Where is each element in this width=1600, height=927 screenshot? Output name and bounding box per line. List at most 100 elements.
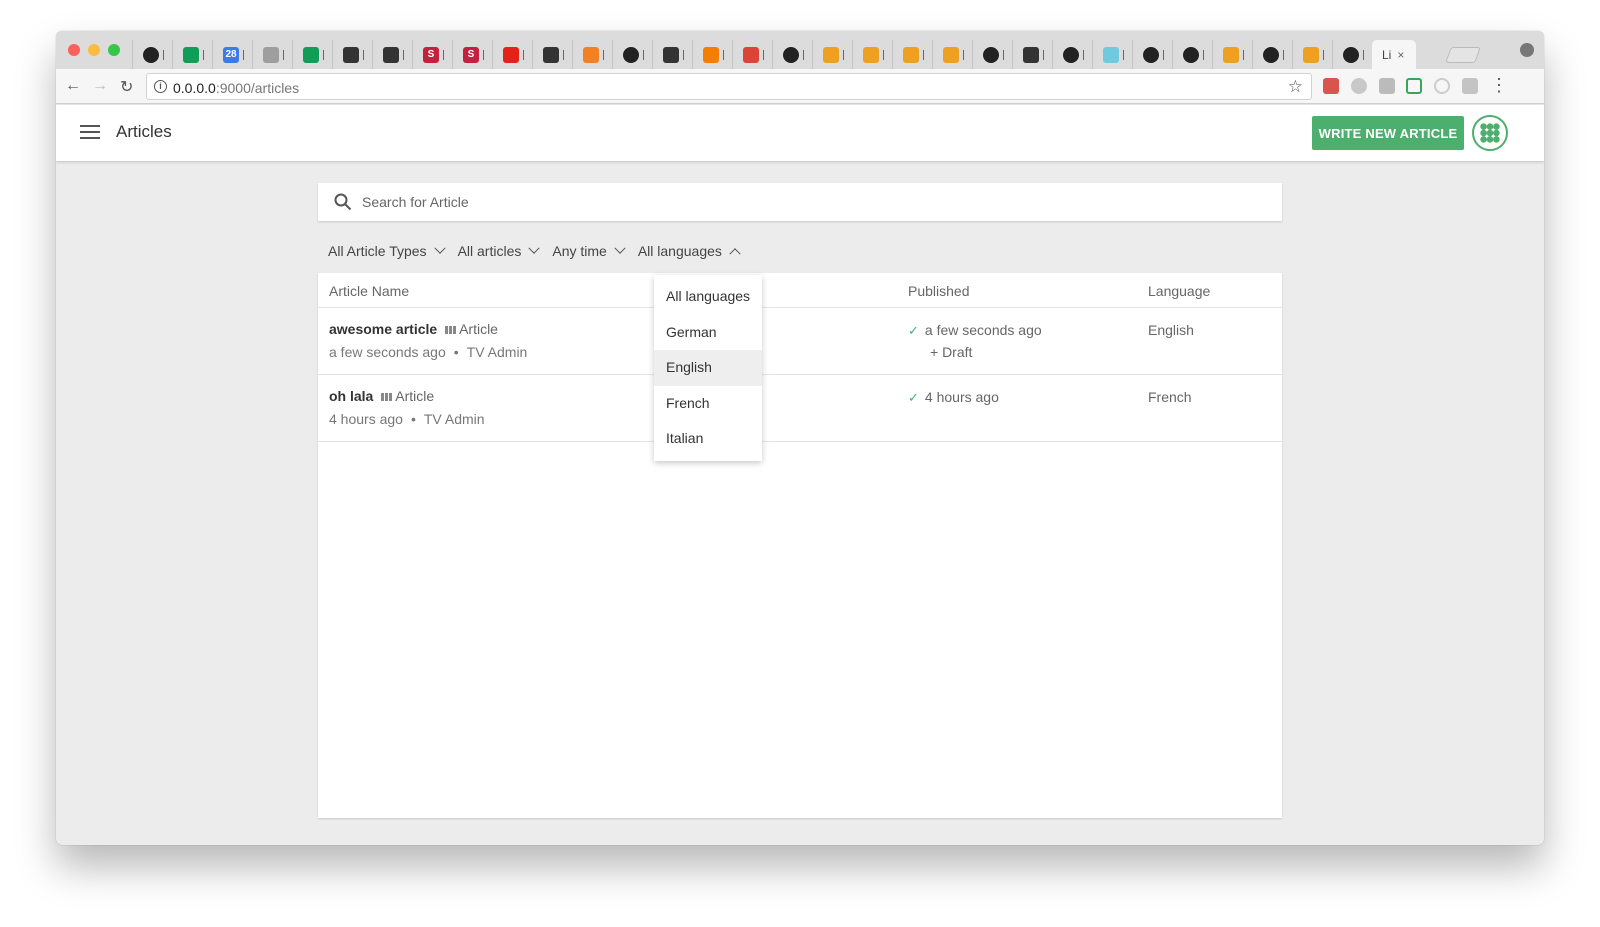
site-icon bbox=[1023, 46, 1039, 63]
tab-title-fragment bbox=[1163, 49, 1167, 60]
column-header-name[interactable]: Article Name bbox=[329, 283, 409, 299]
back-icon[interactable]: ← bbox=[65, 77, 81, 95]
browser-tab[interactable] bbox=[852, 40, 891, 69]
browser-tab[interactable] bbox=[652, 40, 691, 69]
browser-tab[interactable] bbox=[1332, 40, 1371, 69]
chevron-down-icon bbox=[433, 242, 446, 254]
browser-tab[interactable] bbox=[972, 40, 1011, 69]
circle-icon bbox=[903, 46, 919, 63]
tab-title-fragment bbox=[1203, 49, 1207, 60]
maximize-window-button[interactable] bbox=[108, 44, 120, 56]
column-header-published[interactable]: Published bbox=[908, 283, 970, 299]
column-header-language[interactable]: Language bbox=[1148, 283, 1210, 299]
browser-tab[interactable] bbox=[372, 40, 411, 69]
close-tab-icon[interactable]: × bbox=[1397, 48, 1404, 62]
github-icon bbox=[623, 46, 639, 63]
info-icon[interactable]: i bbox=[154, 80, 167, 93]
write-new-article-button[interactable]: WRITE NEW ARTICLE bbox=[1312, 116, 1464, 150]
article-type-filter-label: All Article Types bbox=[328, 243, 427, 259]
browser-tab[interactable] bbox=[1212, 40, 1251, 69]
article-name[interactable]: oh lala bbox=[329, 388, 373, 404]
browser-tab[interactable] bbox=[132, 40, 171, 69]
new-tab-button[interactable] bbox=[1445, 47, 1481, 63]
forward-icon[interactable]: → bbox=[92, 77, 108, 95]
hamburger-menu-icon[interactable] bbox=[80, 125, 100, 139]
extension-icon[interactable] bbox=[1462, 78, 1478, 94]
book-icon bbox=[823, 46, 839, 63]
browser-tab[interactable] bbox=[1132, 40, 1171, 69]
browser-tab[interactable] bbox=[1292, 40, 1331, 69]
search-icon bbox=[334, 193, 352, 211]
language-filter[interactable]: All languages bbox=[638, 243, 741, 260]
browser-tab[interactable]: 28 bbox=[212, 40, 251, 69]
draft-label: + Draft bbox=[930, 344, 973, 360]
browser-tab[interactable]: S bbox=[452, 40, 491, 69]
extension-icon[interactable] bbox=[1406, 78, 1422, 94]
browser-tab[interactable] bbox=[1172, 40, 1211, 69]
address-bar[interactable]: i 0.0.0.0:9000/articles ☆ bbox=[146, 73, 1312, 100]
table-row[interactable]: oh lala Article 4 hours ago • TV Admin ✓ 4 … bbox=[318, 375, 1282, 442]
browser-tab[interactable] bbox=[812, 40, 851, 69]
sheets-icon bbox=[183, 46, 199, 63]
article-type-icon bbox=[445, 326, 457, 335]
article-type-icon bbox=[381, 393, 393, 402]
minimize-window-button[interactable] bbox=[88, 44, 100, 56]
browser-tab[interactable] bbox=[532, 40, 571, 69]
browser-tab[interactable] bbox=[292, 40, 331, 69]
extension-icon[interactable] bbox=[1323, 78, 1339, 94]
chevron-down-icon bbox=[614, 242, 626, 254]
browser-tab[interactable] bbox=[932, 40, 971, 69]
tab-title-fragment bbox=[1363, 49, 1367, 60]
language-option-italian[interactable]: Italian bbox=[654, 421, 762, 457]
browser-tab[interactable] bbox=[772, 40, 811, 69]
extension-icon[interactable] bbox=[1351, 78, 1367, 94]
browser-tab[interactable] bbox=[692, 40, 731, 69]
time-filter[interactable]: Any time bbox=[552, 242, 626, 259]
tab-title-fragment bbox=[1003, 49, 1007, 60]
tab-title-fragment bbox=[763, 49, 767, 60]
github-icon bbox=[1143, 46, 1159, 63]
browser-tab[interactable] bbox=[572, 40, 611, 69]
article-type: Article bbox=[395, 388, 435, 404]
articles-filter[interactable]: All articles bbox=[458, 242, 541, 259]
close-window-button[interactable] bbox=[68, 44, 80, 56]
camera-extension-icon[interactable] bbox=[1379, 78, 1395, 94]
browser-tab[interactable] bbox=[492, 40, 531, 69]
profile-icon[interactable] bbox=[1520, 43, 1534, 57]
url-path: :9000/articles bbox=[215, 80, 300, 96]
sheets-icon bbox=[303, 46, 319, 63]
url-text[interactable]: 0.0.0.0:9000/articles bbox=[173, 80, 299, 96]
tab-title-fragment bbox=[683, 49, 687, 60]
extension-icon[interactable] bbox=[1434, 78, 1450, 94]
app-bar: Articles WRITE NEW ARTICLE bbox=[56, 105, 1544, 161]
reload-icon[interactable]: ↻ bbox=[120, 77, 133, 97]
book-icon bbox=[1223, 46, 1239, 63]
avatar[interactable] bbox=[1472, 115, 1508, 151]
browser-tab[interactable]: S bbox=[412, 40, 451, 69]
browser-tab[interactable] bbox=[1252, 40, 1291, 69]
language-option-all[interactable]: All languages bbox=[654, 279, 762, 315]
language-option-french[interactable]: French bbox=[654, 386, 762, 422]
menu-kebab-icon[interactable]: ⋮ bbox=[1490, 75, 1508, 96]
browser-tab[interactable] bbox=[1052, 40, 1091, 69]
url-host: 0.0.0.0 bbox=[173, 80, 216, 96]
language-option-german[interactable]: German bbox=[654, 315, 762, 351]
browser-tab[interactable] bbox=[252, 40, 291, 69]
browser-tab-active[interactable]: Li × bbox=[1372, 40, 1416, 69]
bookmark-star-icon[interactable]: ☆ bbox=[1288, 77, 1303, 97]
browser-tab[interactable] bbox=[892, 40, 931, 69]
blogger-icon bbox=[703, 46, 719, 63]
language-option-english[interactable]: English bbox=[654, 350, 762, 386]
browser-tab[interactable] bbox=[1012, 40, 1051, 69]
tab-title-fragment bbox=[883, 49, 887, 60]
site-icon bbox=[543, 46, 559, 63]
browser-tab[interactable] bbox=[172, 40, 211, 69]
browser-tab[interactable] bbox=[332, 40, 371, 69]
browser-tab[interactable] bbox=[612, 40, 651, 69]
article-name[interactable]: awesome article bbox=[329, 321, 437, 337]
article-type-filter[interactable]: All Article Types bbox=[328, 242, 446, 259]
browser-tab[interactable] bbox=[732, 40, 771, 69]
browser-tab[interactable] bbox=[1092, 40, 1131, 69]
table-row[interactable]: awesome article Article a few seconds ag… bbox=[318, 308, 1282, 375]
search-input[interactable] bbox=[362, 183, 1262, 221]
